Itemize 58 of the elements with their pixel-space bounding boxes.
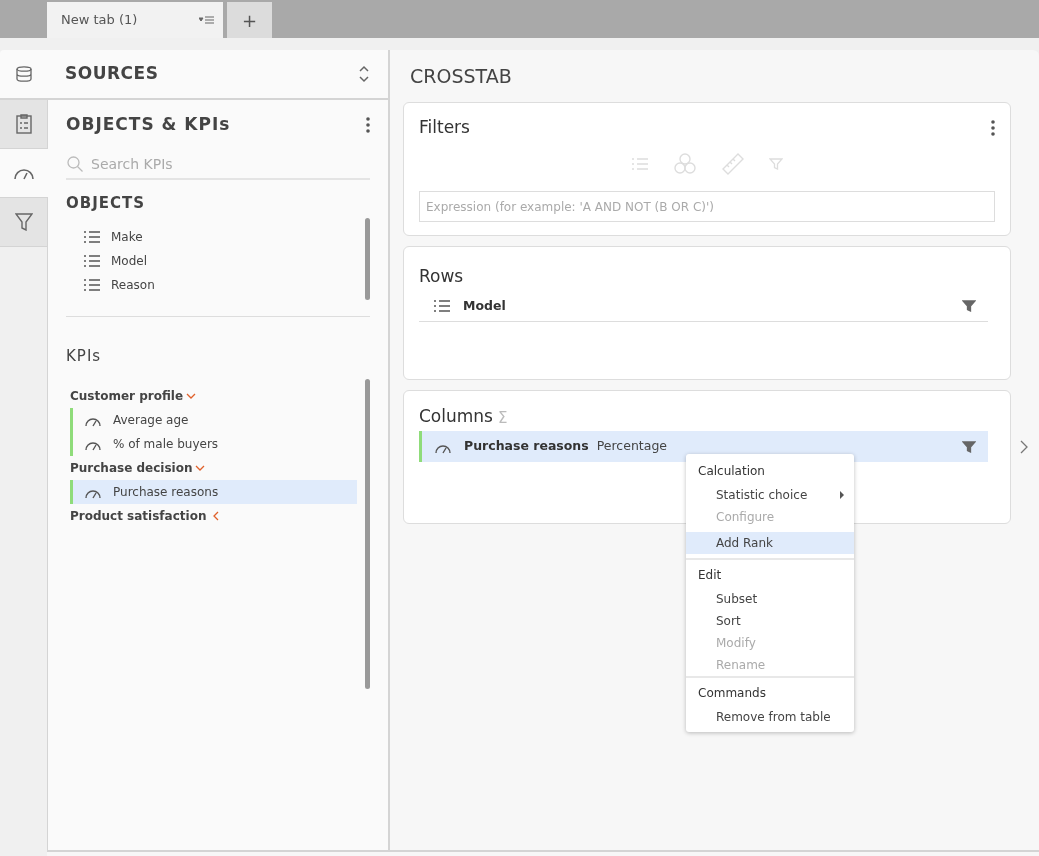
- chevron-down-icon: [186, 392, 197, 399]
- chevron-down-icon: [195, 464, 206, 471]
- chevron-left-icon: [213, 510, 220, 521]
- card-title: Columns: [419, 404, 493, 428]
- statistic-label: Percentage: [596, 437, 667, 456]
- card-title: Filters: [419, 116, 471, 140]
- filter-icon[interactable]: [962, 300, 976, 312]
- list-icon: [83, 229, 101, 244]
- add-tab-button[interactable]: +: [227, 2, 272, 38]
- field-name: Purchase reasons: [464, 437, 589, 456]
- sources-header[interactable]: SOURCES: [0, 50, 388, 100]
- panel-title: OBJECTS & KPIs: [66, 113, 232, 137]
- menu-section-title: Calculation: [697, 463, 766, 480]
- field-name: Model: [463, 296, 506, 315]
- object-item[interactable]: Make: [83, 224, 365, 249]
- menu-item[interactable]: Add Rank: [686, 532, 854, 554]
- field-row[interactable]: Model: [419, 291, 988, 322]
- kpi-item[interactable]: Average age: [73, 407, 357, 432]
- kpi-group[interactable]: Product satisfaction: [70, 503, 357, 528]
- object-item[interactable]: Model: [83, 248, 365, 273]
- chevron-right-icon[interactable]: [1020, 440, 1028, 454]
- field-row[interactable]: Purchase reasons Percentage: [419, 431, 988, 462]
- expression-field[interactable]: Expression (for example: 'A AND NOT (B OR C)'): [419, 191, 995, 222]
- list-icon: [631, 157, 649, 171]
- gauge-icon: [13, 166, 35, 180]
- kpi-item[interactable]: Purchase reasons: [73, 479, 357, 504]
- more-options-icon[interactable]: [991, 120, 995, 136]
- menu-item[interactable]: Subset: [686, 588, 854, 610]
- section-title: OBJECTS: [66, 193, 147, 214]
- clipboard-icon: [15, 114, 32, 134]
- menu-item[interactable]: Sort: [686, 610, 854, 632]
- sources-title: SOURCES: [65, 62, 160, 86]
- filter-icon: [14, 213, 33, 231]
- list-icon: [433, 299, 451, 313]
- menu-item[interactable]: Remove from table: [686, 706, 854, 728]
- menu-section-title: Edit: [697, 567, 723, 584]
- submenu-arrow-icon: [840, 491, 844, 499]
- kpi-group[interactable]: Purchase decision: [70, 455, 357, 480]
- list-icon: [83, 277, 101, 292]
- search-field[interactable]: Search KPIs: [91, 153, 370, 175]
- filter-icon[interactable]: [962, 440, 976, 453]
- scrollbar[interactable]: [365, 218, 370, 300]
- menu-section-title: Commands: [697, 685, 767, 702]
- kpi-group[interactable]: Customer profile: [70, 383, 357, 408]
- scrollbar[interactable]: [365, 379, 370, 689]
- expand-collapse-icon[interactable]: [358, 65, 370, 83]
- menu-item[interactable]: Statistic choice: [686, 484, 854, 506]
- kpi-item[interactable]: % of male buyers: [73, 431, 357, 456]
- more-options-icon[interactable]: [366, 117, 370, 133]
- list-icon: [83, 253, 101, 268]
- search-icon: [67, 156, 83, 172]
- document-tab[interactable]: New tab (1): [47, 2, 223, 38]
- crosstab-title: CROSSTAB: [409, 63, 513, 89]
- tab-menu-icon[interactable]: [199, 16, 215, 24]
- section-title: KPIs: [66, 346, 103, 367]
- database-icon: [15, 66, 32, 82]
- card-title: Rows: [419, 264, 465, 288]
- object-item[interactable]: Reason: [83, 272, 365, 297]
